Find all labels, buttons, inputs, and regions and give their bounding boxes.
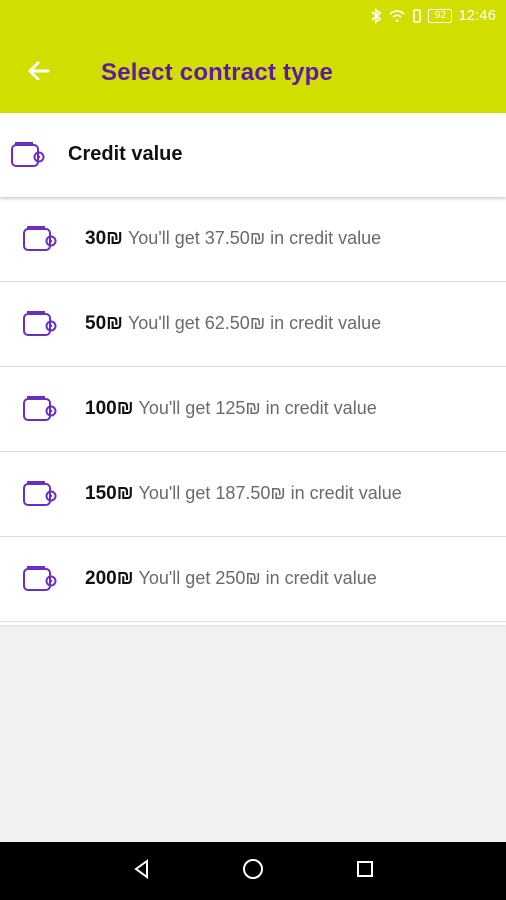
option-text: 150₪ You'll get 187.50₪ in credit value — [85, 483, 402, 505]
page-title: Select contract type — [101, 59, 334, 86]
bluetooth-icon — [370, 7, 382, 24]
wallet-icon — [10, 140, 46, 170]
nav-back-button[interactable] — [127, 856, 157, 886]
option-100[interactable]: 100₪ You'll get 125₪ in credit value — [0, 367, 506, 452]
wallet-icon — [22, 564, 58, 594]
home-circle-icon — [241, 857, 265, 886]
option-text: 200₪ You'll get 250₪ in credit value — [85, 568, 377, 590]
option-50[interactable]: 50₪ You'll get 62.50₪ in credit value — [0, 282, 506, 367]
credit-value-label: Credit value — [68, 143, 183, 165]
vibrate-icon — [412, 8, 422, 24]
option-200[interactable]: 200₪ You'll get 250₪ in credit value — [0, 537, 506, 622]
wallet-icon — [22, 224, 58, 254]
option-150[interactable]: 150₪ You'll get 187.50₪ in credit value — [0, 452, 506, 537]
option-amount: 200₪ — [85, 568, 134, 589]
credit-value-header: Credit value — [0, 113, 506, 197]
status-time: 12:46 — [458, 7, 496, 24]
option-description: You'll get 187.50₪ in credit value — [138, 483, 402, 503]
wifi-icon — [388, 8, 406, 24]
battery-indicator: 92 — [428, 8, 453, 23]
option-amount: 100₪ — [85, 398, 134, 419]
option-description: You'll get 37.50₪ in credit value — [127, 228, 382, 248]
option-amount: 30₪ — [85, 228, 123, 249]
status-bar: 92 12:46 — [0, 0, 506, 34]
option-30[interactable]: 30₪ You'll get 37.50₪ in credit value — [0, 197, 506, 282]
option-amount: 50₪ — [85, 313, 123, 334]
status-icons: 92 12:46 — [370, 7, 496, 24]
nav-home-button[interactable] — [238, 856, 268, 886]
recents-square-icon — [353, 857, 377, 886]
contract-options-list: 30₪ You'll get 37.50₪ in credit value 50₪… — [0, 197, 506, 625]
back-triangle-icon — [130, 857, 154, 886]
system-navigation-bar — [0, 842, 506, 900]
wallet-icon — [22, 309, 58, 339]
wallet-icon — [22, 479, 58, 509]
option-description: You'll get 125₪ in credit value — [138, 398, 377, 418]
back-button[interactable] — [22, 56, 56, 90]
option-text: 100₪ You'll get 125₪ in credit value — [85, 398, 377, 420]
option-amount: 150₪ — [85, 483, 134, 504]
option-text: 50₪ You'll get 62.50₪ in credit value — [85, 313, 381, 335]
nav-recents-button[interactable] — [350, 856, 380, 886]
wallet-icon — [22, 394, 58, 424]
option-text: 30₪ You'll get 37.50₪ in credit value — [85, 228, 381, 250]
arrow-left-icon — [26, 58, 52, 89]
option-description: You'll get 250₪ in credit value — [138, 568, 377, 588]
option-description: You'll get 62.50₪ in credit value — [127, 313, 382, 333]
